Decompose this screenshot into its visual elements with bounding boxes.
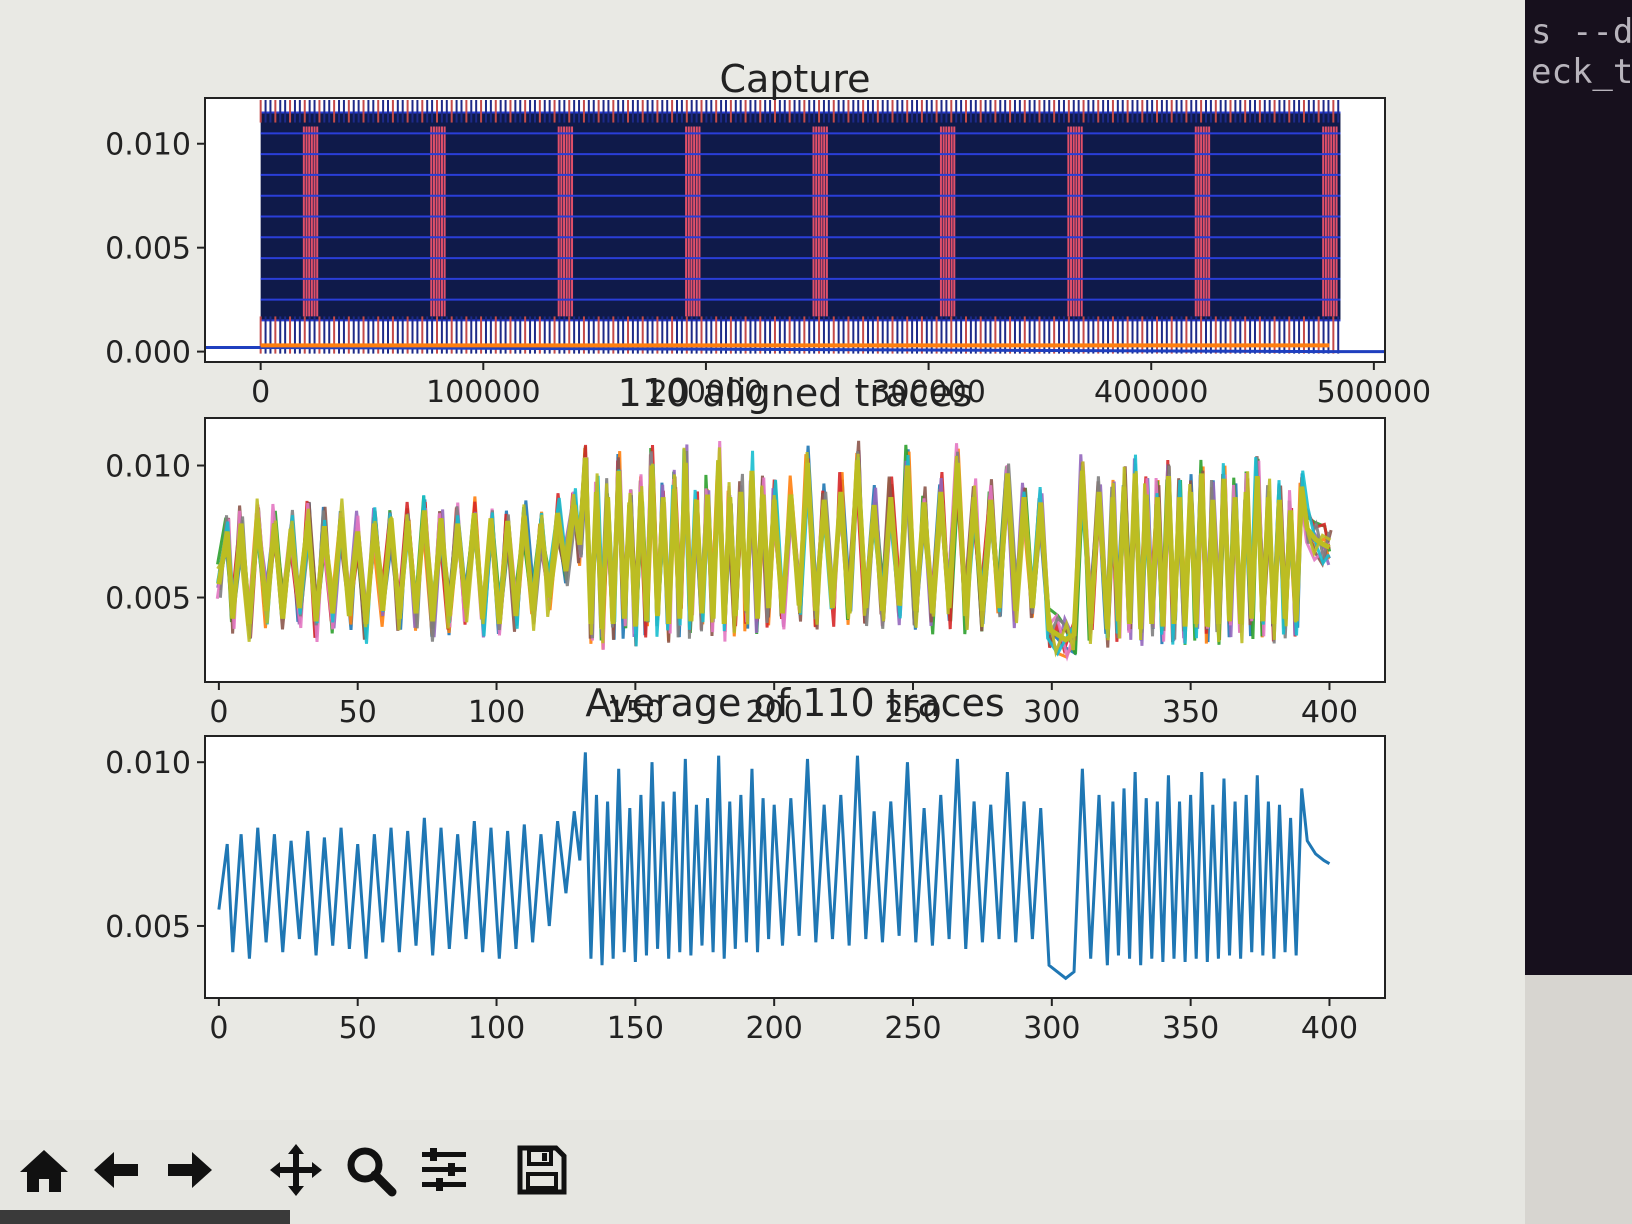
chart-title: Capture bbox=[719, 57, 870, 101]
y-tick-label: 0.005 bbox=[105, 582, 191, 617]
x-tick-label: 350 bbox=[1162, 695, 1219, 730]
x-tick-label: 0 bbox=[209, 1011, 228, 1046]
x-tick-label: 500000 bbox=[1317, 375, 1432, 410]
terminal-line: s --d bbox=[1531, 12, 1632, 52]
x-tick-label: 250 bbox=[884, 1011, 941, 1046]
home-icon bbox=[20, 1150, 68, 1192]
x-tick-label: 300 bbox=[1023, 695, 1080, 730]
back-button[interactable] bbox=[86, 1140, 146, 1200]
terminal-line: eck_t bbox=[1531, 52, 1632, 92]
x-tick-label: 0 bbox=[209, 695, 228, 730]
x-tick-label: 150 bbox=[607, 1011, 664, 1046]
configure-subplots-icon bbox=[422, 1148, 466, 1191]
x-tick-label: 200 bbox=[746, 1011, 803, 1046]
figure-canvas: 0 100000 200000 300000 400000 5000000.0000.00… bbox=[105, 57, 1432, 1046]
forward-button[interactable] bbox=[160, 1140, 220, 1200]
chart-title: Average of 110 traces bbox=[585, 681, 1004, 725]
zoom-icon bbox=[347, 1147, 397, 1197]
y-tick-label: 0.010 bbox=[105, 746, 191, 781]
forward-icon bbox=[168, 1152, 212, 1188]
x-tick-label: 400 bbox=[1301, 1011, 1358, 1046]
x-tick-label: 100000 bbox=[426, 375, 541, 410]
y-tick-label: 0.000 bbox=[105, 336, 191, 371]
x-tick-label: 350 bbox=[1162, 1011, 1219, 1046]
save-icon bbox=[517, 1145, 567, 1195]
x-tick-label: 400 bbox=[1301, 695, 1358, 730]
terminal-window: s --d eck_t bbox=[1525, 0, 1632, 975]
y-tick-label: 0.005 bbox=[105, 910, 191, 945]
pan-icon bbox=[270, 1144, 322, 1196]
save-button[interactable] bbox=[512, 1140, 572, 1200]
desktop-background bbox=[1525, 975, 1632, 1224]
x-tick-label: 50 bbox=[339, 1011, 377, 1046]
y-tick-label: 0.005 bbox=[105, 232, 191, 267]
status-bar bbox=[0, 1210, 290, 1224]
chart-title: 110 aligned traces bbox=[618, 371, 973, 415]
y-tick-label: 0.010 bbox=[105, 128, 191, 163]
x-tick-label: 50 bbox=[339, 695, 377, 730]
configure-subplots-button[interactable] bbox=[414, 1140, 474, 1200]
zoom-button[interactable] bbox=[340, 1140, 400, 1200]
x-tick-label: 300 bbox=[1023, 1011, 1080, 1046]
x-tick-label: 100 bbox=[468, 695, 525, 730]
x-tick-label: 400000 bbox=[1094, 375, 1209, 410]
navigation-toolbar bbox=[0, 1120, 1525, 1224]
pan-button[interactable] bbox=[266, 1140, 326, 1200]
figure-window: 0 100000 200000 300000 400000 500000 0.000 0.00… bbox=[0, 0, 1525, 1224]
y-tick-label: 0.010 bbox=[105, 450, 191, 485]
home-button[interactable] bbox=[14, 1140, 74, 1200]
x-tick-label: 100 bbox=[468, 1011, 525, 1046]
back-icon bbox=[94, 1152, 138, 1188]
x-tick-label: 0 bbox=[251, 375, 270, 410]
